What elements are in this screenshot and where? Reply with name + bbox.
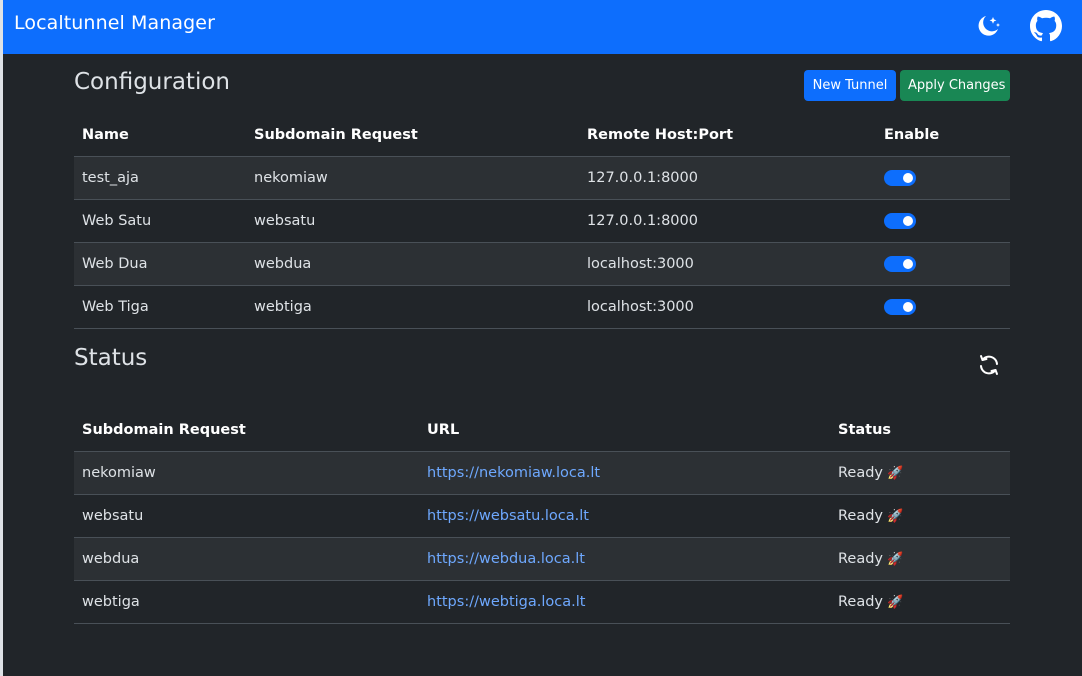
enable-cell xyxy=(876,285,1010,329)
refresh-icon[interactable] xyxy=(976,352,1002,378)
column-header-status: Status xyxy=(830,409,1010,452)
status-subdomain: webtiga xyxy=(74,580,419,624)
status-header: Status xyxy=(74,329,1010,409)
url-cell: https://nekomiaw.loca.lt xyxy=(419,451,830,495)
main-container: Configuration New Tunnel Apply Changes N… xyxy=(74,54,1010,624)
status-subdomain: websatu xyxy=(74,494,419,538)
rocket-icon: 🚀 xyxy=(887,552,904,567)
enable-cell xyxy=(876,156,1010,200)
enable-cell xyxy=(876,242,1010,286)
table-row: Web Dua webdua localhost:3000 xyxy=(74,242,1010,286)
status-cell: Ready 🚀 xyxy=(830,580,1010,624)
tunnel-name[interactable]: Web Satu xyxy=(74,199,246,243)
enable-toggle[interactable] xyxy=(884,170,916,186)
status-text: Ready xyxy=(838,551,884,567)
url-cell: https://websatu.loca.lt xyxy=(419,494,830,538)
tunnel-name[interactable]: test_aja xyxy=(74,156,246,200)
configuration-table: Name Subdomain Request Remote Host:Port … xyxy=(74,114,1010,329)
tunnel-remote[interactable]: localhost:3000 xyxy=(579,242,876,286)
enable-toggle[interactable] xyxy=(884,213,916,229)
table-header-row: Subdomain Request URL Status xyxy=(74,409,1010,452)
status-text: Ready xyxy=(838,465,884,481)
status-text: Ready xyxy=(838,594,884,610)
url-cell: https://webtiga.loca.lt xyxy=(419,580,830,624)
new-tunnel-button[interactable]: New Tunnel xyxy=(804,70,896,101)
tunnel-remote[interactable]: localhost:3000 xyxy=(579,285,876,329)
tunnel-url-link[interactable]: https://webtiga.loca.lt xyxy=(427,594,585,610)
tunnel-url-link[interactable]: https://websatu.loca.lt xyxy=(427,508,589,524)
column-header-remote: Remote Host:Port xyxy=(579,114,876,157)
column-header-url: URL xyxy=(419,409,830,452)
table-row: test_aja nekomiaw 127.0.0.1:8000 xyxy=(74,156,1010,200)
apply-changes-button[interactable]: Apply Changes xyxy=(900,70,1010,101)
tunnel-remote[interactable]: 127.0.0.1:8000 xyxy=(579,199,876,243)
column-header-name: Name xyxy=(74,114,246,157)
app-title[interactable]: Localtunnel Manager xyxy=(14,12,215,34)
enable-toggle[interactable] xyxy=(884,299,916,315)
navbar: Localtunnel Manager xyxy=(3,0,1082,54)
status-table: Subdomain Request URL Status nekomiaw ht… xyxy=(74,409,1010,624)
status-subdomain: webdua xyxy=(74,537,419,581)
url-cell: https://webdua.loca.lt xyxy=(419,537,830,581)
status-cell: Ready 🚀 xyxy=(830,494,1010,538)
window-edge xyxy=(0,0,3,676)
github-icon[interactable] xyxy=(1030,10,1062,42)
moon-stars-icon[interactable] xyxy=(972,10,1004,42)
table-row: websatu https://websatu.loca.lt Ready 🚀 xyxy=(74,494,1010,538)
enable-toggle[interactable] xyxy=(884,256,916,272)
table-row: webdua https://webdua.loca.lt Ready 🚀 xyxy=(74,537,1010,581)
status-subdomain: nekomiaw xyxy=(74,451,419,495)
tunnel-subdomain[interactable]: webtiga xyxy=(246,285,579,329)
column-header-subdomain: Subdomain Request xyxy=(74,409,419,452)
tunnel-remote[interactable]: 127.0.0.1:8000 xyxy=(579,156,876,200)
rocket-icon: 🚀 xyxy=(887,466,904,481)
table-row: Web Tiga webtiga localhost:3000 xyxy=(74,285,1010,329)
rocket-icon: 🚀 xyxy=(887,509,904,524)
table-header-row: Name Subdomain Request Remote Host:Port … xyxy=(74,114,1010,157)
tunnel-name[interactable]: Web Tiga xyxy=(74,285,246,329)
status-cell: Ready 🚀 xyxy=(830,451,1010,495)
status-cell: Ready 🚀 xyxy=(830,537,1010,581)
tunnel-subdomain[interactable]: nekomiaw xyxy=(246,156,579,200)
column-header-subdomain: Subdomain Request xyxy=(246,114,579,157)
rocket-icon: 🚀 xyxy=(887,595,904,610)
tunnel-subdomain[interactable]: webdua xyxy=(246,242,579,286)
status-title: Status xyxy=(74,345,148,371)
tunnel-url-link[interactable]: https://webdua.loca.lt xyxy=(427,551,585,567)
column-header-enable: Enable xyxy=(876,114,1010,157)
table-row: webtiga https://webtiga.loca.lt Ready 🚀 xyxy=(74,580,1010,624)
configuration-title: Configuration xyxy=(74,69,230,95)
tunnel-subdomain[interactable]: websatu xyxy=(246,199,579,243)
status-text: Ready xyxy=(838,508,884,524)
tunnel-name[interactable]: Web Dua xyxy=(74,242,246,286)
configuration-header: Configuration New Tunnel Apply Changes xyxy=(74,54,1010,114)
tunnel-url-link[interactable]: https://nekomiaw.loca.lt xyxy=(427,465,600,481)
enable-cell xyxy=(876,199,1010,243)
table-row: Web Satu websatu 127.0.0.1:8000 xyxy=(74,199,1010,243)
table-row: nekomiaw https://nekomiaw.loca.lt Ready 🚀 xyxy=(74,451,1010,495)
